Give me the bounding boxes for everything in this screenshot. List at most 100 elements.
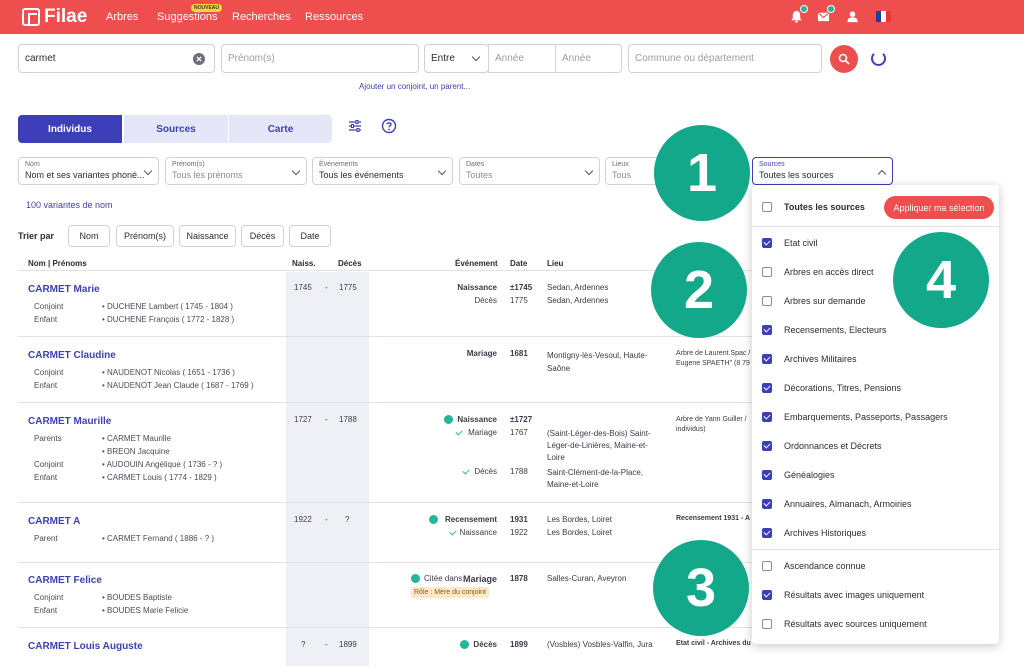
option-decorations[interactable]: Décorations, Titres, Pensions (762, 383, 901, 393)
person-name[interactable]: CARMET Claudine (28, 350, 116, 361)
tab-individus[interactable]: Individus (18, 115, 122, 143)
checkbox[interactable] (762, 528, 772, 538)
relation-role: Enfant (34, 473, 58, 482)
filter-sources-label: Sources (759, 161, 785, 168)
option-label: Arbres en accès direct (784, 267, 874, 277)
tab-sources[interactable]: Sources (124, 115, 228, 143)
option-arbres-sur-demande[interactable]: Arbres sur demande (762, 296, 866, 306)
callout-1: 1 (654, 125, 750, 221)
firstname-input[interactable]: Prénom(s) (221, 44, 419, 73)
option-label: Archives Historiques (784, 528, 867, 538)
event-date: 1931 (510, 515, 528, 524)
option-ordonnances[interactable]: Ordonnances et Décrets (762, 441, 882, 451)
relation-name[interactable]: • CARMET Fernand ( 1886 - ? ) (102, 534, 214, 543)
option-images-uniquement[interactable]: Résultats avec images uniquement (762, 590, 924, 600)
sort-date-button[interactable]: Date (289, 225, 331, 247)
event-prefix: Citée dans (424, 574, 463, 583)
checkbox[interactable] (762, 267, 772, 277)
relation-name[interactable]: • AUDOUIN Angélique ( 1736 - ? ) (102, 460, 222, 469)
event-label: Mariage (468, 428, 497, 437)
option-genealogies[interactable]: Généalogies (762, 470, 835, 480)
nav-link-suggestions[interactable]: Suggestions (157, 11, 218, 23)
person-name[interactable]: CARMET A (28, 516, 80, 527)
filae-logo[interactable]: Filae (22, 6, 87, 28)
checkbox[interactable] (762, 561, 772, 571)
filter-evenements[interactable]: Événements Tous les événements (312, 157, 453, 185)
event-place: Les Bordes, Loiret (547, 515, 612, 524)
event-date: ±1727 (510, 415, 533, 424)
relation-name[interactable]: • BREON Jacquine (102, 447, 170, 456)
relation-name[interactable]: • CARMET Louis ( 1774 - 1829 ) (102, 473, 217, 482)
filter-prenoms[interactable]: Prénom(s) Tous les prénoms (165, 157, 307, 185)
name-search-input[interactable]: carmet (18, 44, 215, 73)
tab-carte[interactable]: Carte (229, 115, 332, 143)
person-name[interactable]: CARMET Louis Auguste (28, 641, 143, 652)
year-from-input[interactable]: Année (488, 44, 556, 73)
checkbox[interactable] (762, 238, 772, 248)
option-etat-civil[interactable]: Etat civil (762, 238, 818, 248)
option-label: Toutes les sources (784, 202, 865, 212)
header-death: Décès (338, 259, 362, 268)
filter-sources[interactable]: Sources Toutes les sources (752, 157, 893, 185)
apply-selection-button[interactable]: Appliquer ma sélection (884, 196, 994, 219)
sort-deces-button[interactable]: Décès (241, 225, 284, 247)
clear-icon[interactable] (193, 53, 205, 65)
role-badge: Rôle : Mère du conjoint (411, 587, 489, 598)
checkbox[interactable] (762, 470, 772, 480)
checkbox[interactable] (762, 325, 772, 335)
row-divider (18, 562, 752, 563)
nav-link-arbres[interactable]: Arbres (106, 11, 138, 23)
option-recensements[interactable]: Recensements, Electeurs (762, 325, 887, 335)
search-button[interactable] (830, 45, 858, 73)
option-annuaires[interactable]: Annuaires, Almanach, Armoiries (762, 499, 912, 509)
name-variants-link[interactable]: 100 variantes de nom (26, 200, 113, 210)
option-all-sources[interactable]: Toutes les sources (762, 202, 865, 212)
relation-name[interactable]: • DUCHENE François ( 1772 - 1828 ) (102, 315, 234, 324)
person-name[interactable]: CARMET Marie (28, 284, 100, 295)
reset-icon[interactable] (871, 51, 886, 66)
filter-settings-icon[interactable] (347, 118, 363, 134)
relation-name[interactable]: • BOUDES Baptiste (102, 593, 172, 602)
death-year: 1775 (339, 283, 357, 292)
year-from-placeholder: Année (495, 53, 524, 64)
help-icon[interactable] (381, 118, 397, 134)
option-embarquements[interactable]: Embarquements, Passeports, Passagers (762, 412, 948, 422)
option-archives-historiques[interactable]: Archives Historiques (762, 528, 866, 538)
french-flag-icon[interactable] (876, 11, 891, 22)
checkbox[interactable] (762, 412, 772, 422)
relation-name[interactable]: • NAUDENOT Nicolas ( 1651 - 1736 ) (102, 368, 235, 377)
sort-prenoms-button[interactable]: Prénom(s) (116, 225, 174, 247)
relation-name[interactable]: • BOUDES Marie Felicie (102, 606, 188, 615)
sort-naissance-button[interactable]: Naissance (179, 225, 236, 247)
nav-link-recherches[interactable]: Recherches (232, 11, 291, 23)
relation-name[interactable]: • CARMET Maurille (102, 434, 171, 443)
option-ascendance-connue[interactable]: Ascendance connue (762, 561, 866, 571)
nav-link-ressources[interactable]: Ressources (305, 11, 363, 23)
checkbox[interactable] (762, 383, 772, 393)
source-info: Etat civil - Archives du (676, 640, 751, 647)
filter-nom[interactable]: Nom Nom et ses variantes phoné... (18, 157, 159, 185)
date-range-select[interactable]: Entre (424, 44, 489, 73)
place-input[interactable]: Commune ou département (628, 44, 822, 73)
year-to-input[interactable]: Année (555, 44, 622, 73)
checkbox[interactable] (762, 499, 772, 509)
checkbox[interactable] (762, 296, 772, 306)
checkbox[interactable] (762, 354, 772, 364)
relation-name[interactable]: • DUCHENE Lambert ( 1745 - 1804 ) (102, 302, 233, 311)
callout-2: 2 (651, 242, 747, 338)
relation-name[interactable]: • NAUDENOT Jean Claude ( 1687 - 1769 ) (102, 381, 254, 390)
checkbox[interactable] (762, 619, 772, 629)
checkbox[interactable] (762, 202, 772, 212)
option-arbres-acces-direct[interactable]: Arbres en accès direct (762, 267, 874, 277)
filter-sources-value: Toutes les sources (759, 170, 834, 180)
filter-dates[interactable]: Dates Toutes (459, 157, 600, 185)
checkbox[interactable] (762, 590, 772, 600)
option-archives-militaires[interactable]: Archives Militaires (762, 354, 857, 364)
option-sources-uniquement[interactable]: Résultats avec sources uniquement (762, 619, 927, 629)
add-relative-link[interactable]: Ajouter un conjoint, un parent... (359, 82, 470, 91)
person-name[interactable]: CARMET Felice (28, 575, 102, 586)
checkbox[interactable] (762, 441, 772, 451)
sort-nom-button[interactable]: Nom (68, 225, 110, 247)
person-name[interactable]: CARMET Maurille (28, 416, 111, 427)
user-icon[interactable] (846, 10, 859, 23)
